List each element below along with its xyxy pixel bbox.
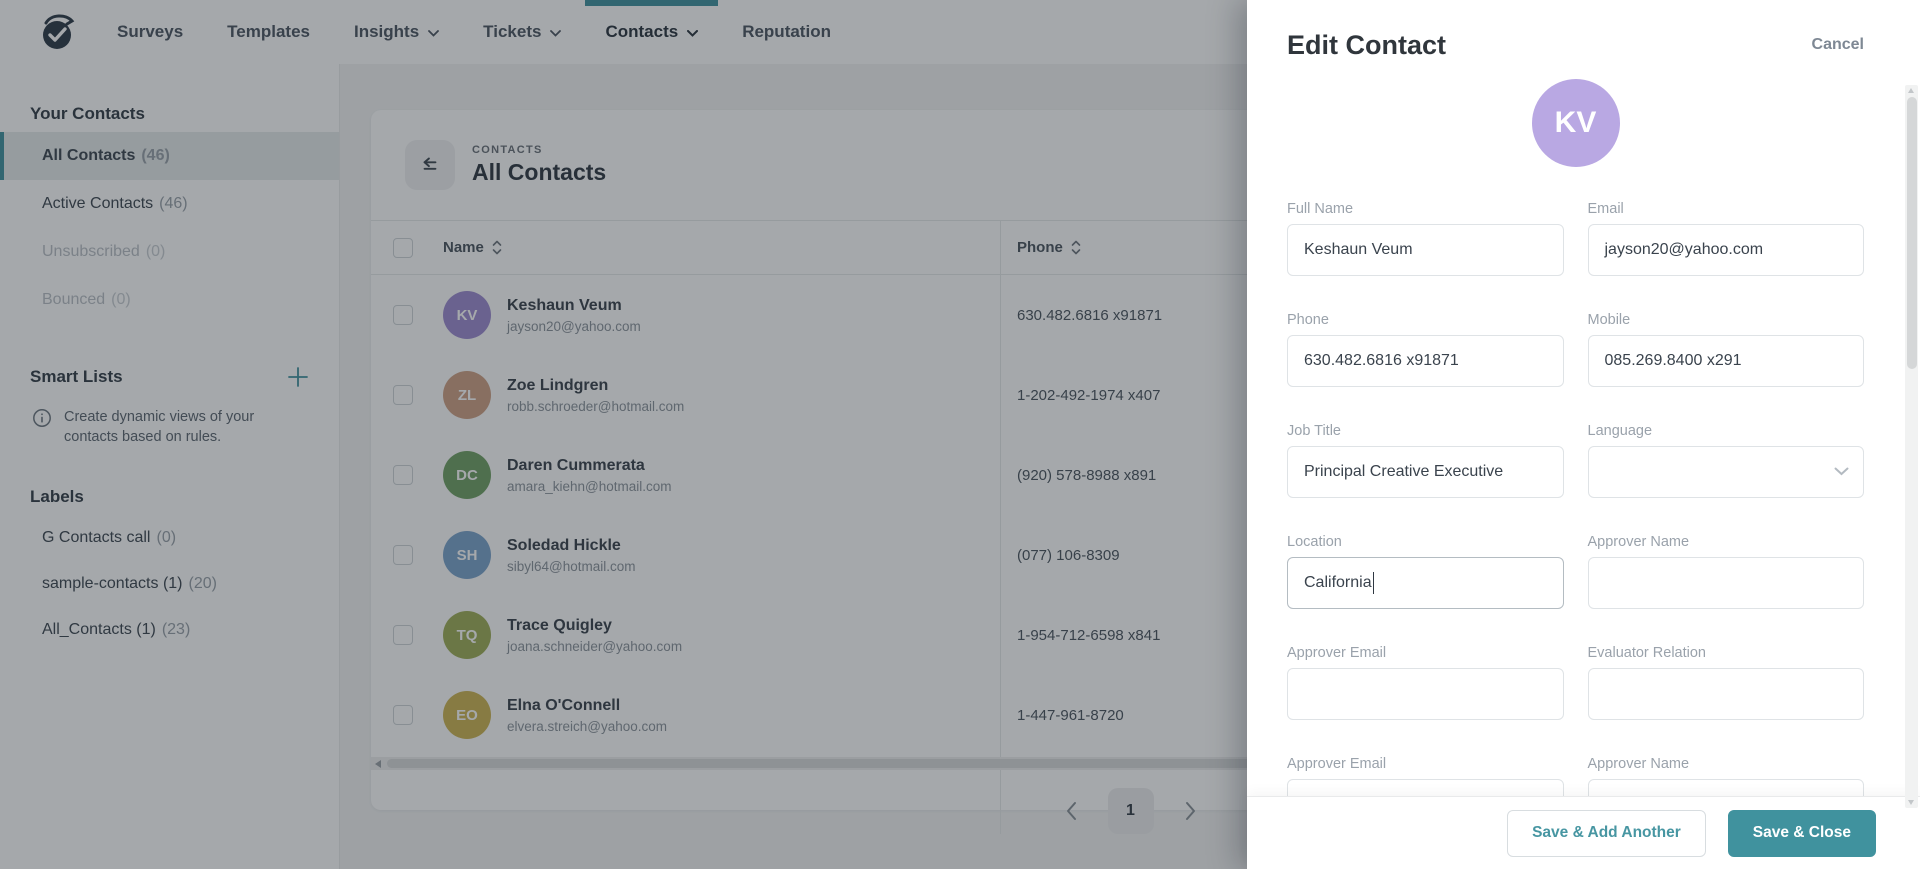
approver-email-2-input[interactable] (1287, 779, 1564, 796)
approver-name-input[interactable] (1587, 557, 1864, 609)
input-value: 630.482.6816 x91871 (1304, 352, 1459, 369)
vertical-scrollbar-thumb[interactable] (1906, 97, 1917, 369)
language-select[interactable] (1587, 446, 1864, 498)
edit-contact-form: Edit Contact Cancel KV Full Name Keshaun… (1247, 0, 1920, 796)
field-label: Approver Email (1287, 645, 1387, 661)
mobile-input[interactable]: 085.269.8400 x291 (1587, 335, 1864, 387)
scroll-down-arrow-icon[interactable] (1908, 800, 1914, 805)
field-phone: Phone 630.482.6816 x91871 (1287, 312, 1564, 387)
field-mobile: Mobile 085.269.8400 x291 (1587, 312, 1864, 387)
field-label: Mobile (1587, 312, 1631, 328)
field-language: Language (1587, 423, 1864, 498)
field-approver-name: Approver Name (1587, 534, 1864, 609)
field-approver-name-2: Approver Name (1587, 756, 1864, 796)
save-and-close-button[interactable]: Save & Close (1727, 809, 1876, 857)
job-title-input[interactable]: Principal Creative Executive (1287, 446, 1564, 498)
field-label: Approver Name (1587, 534, 1690, 550)
field-label: Full Name (1287, 201, 1354, 217)
vertical-scrollbar[interactable] (1905, 85, 1918, 808)
input-value: Keshaun Veum (1304, 241, 1413, 258)
location-input[interactable]: California (1287, 557, 1564, 609)
app-root: Surveys Templates Insights Tickets Conta… (0, 0, 1920, 869)
input-value: California (1304, 574, 1372, 591)
panel-title: Edit Contact (1287, 30, 1446, 60)
field-evaluator-relation: Evaluator Relation (1587, 645, 1864, 720)
field-location: Location California (1287, 534, 1564, 609)
field-label: Email (1587, 201, 1624, 217)
cancel-button[interactable]: Cancel (1812, 36, 1864, 54)
field-label: Job Title (1287, 423, 1341, 439)
approver-email-input[interactable] (1287, 668, 1564, 720)
field-full-name: Full Name Keshaun Veum (1287, 201, 1564, 276)
evaluator-relation-input[interactable] (1587, 668, 1864, 720)
panel-footer: Save & Add Another Save & Close (1247, 796, 1920, 869)
edit-contact-panel: Edit Contact Cancel KV Full Name Keshaun… (1247, 0, 1920, 869)
field-label: Location (1287, 534, 1342, 550)
input-value: Principal Creative Executive (1304, 463, 1504, 480)
chevron-down-icon (1834, 463, 1849, 481)
field-label: Language (1587, 423, 1653, 439)
text-cursor (1372, 572, 1375, 594)
input-value: 085.269.8400 x291 (1604, 352, 1742, 369)
email-input[interactable]: jayson20@yahoo.com (1587, 224, 1864, 276)
full-name-input[interactable]: Keshaun Veum (1287, 224, 1564, 276)
field-job-title: Job Title Principal Creative Executive (1287, 423, 1564, 498)
save-and-add-another-button[interactable]: Save & Add Another (1507, 809, 1706, 857)
field-label: Evaluator Relation (1587, 645, 1707, 661)
field-approver-email: Approver Email (1287, 645, 1564, 720)
phone-input[interactable]: 630.482.6816 x91871 (1287, 335, 1564, 387)
field-label: Approver Name (1587, 756, 1690, 772)
field-label: Approver Email (1287, 756, 1387, 772)
field-approver-email-2: Approver Email (1287, 756, 1564, 796)
field-email: Email jayson20@yahoo.com (1587, 201, 1864, 276)
contact-avatar: KV (1531, 79, 1620, 167)
field-label: Phone (1287, 312, 1329, 328)
input-value: jayson20@yahoo.com (1604, 241, 1764, 258)
scroll-up-arrow-icon[interactable] (1908, 88, 1914, 93)
approver-name-2-input[interactable] (1587, 779, 1864, 796)
